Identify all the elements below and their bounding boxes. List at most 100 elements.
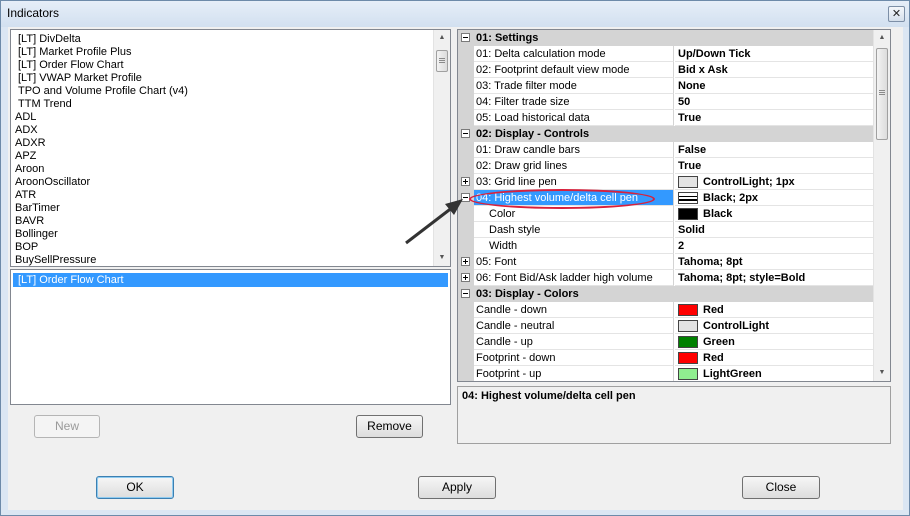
property-name[interactable]: 02: Display - Controls <box>474 126 890 142</box>
expand-icon[interactable] <box>461 273 470 282</box>
close-button[interactable]: Close <box>742 476 820 499</box>
property-row[interactable]: Candle - neutral ControlLight <box>458 318 890 334</box>
property-value[interactable]: Black <box>675 206 890 222</box>
property-category[interactable]: 02: Display - Controls <box>458 126 890 142</box>
property-value[interactable]: ControlLight <box>675 318 890 334</box>
indicator-list[interactable]: [LT] DivDelta [LT] Market Profile Plus [LT… <box>10 29 451 267</box>
list-item[interactable]: [LT] Order Flow Chart <box>18 59 124 72</box>
property-value[interactable]: Red <box>675 302 890 318</box>
property-row[interactable]: Candle - up Green <box>458 334 890 350</box>
property-name[interactable]: 06: Font Bid/Ask ladder high volume <box>474 270 674 286</box>
property-row[interactable]: 04: Filter trade size 50 <box>458 94 890 110</box>
property-name[interactable]: Dash style <box>474 222 674 238</box>
list-item[interactable]: ADL <box>15 111 36 124</box>
property-name[interactable]: 01: Settings <box>474 30 890 46</box>
applied-indicator-list[interactable]: [LT] Order Flow Chart <box>10 269 451 405</box>
list-item[interactable]: TPO and Volume Profile Chart (v4) <box>18 85 188 98</box>
property-name[interactable]: Width <box>474 238 674 254</box>
property-name[interactable]: Candle - down <box>474 302 674 318</box>
property-name[interactable]: 05: Load historical data <box>474 110 674 126</box>
property-value[interactable]: Solid <box>675 222 890 238</box>
expand-icon[interactable] <box>461 257 470 266</box>
list-item[interactable]: ADXR <box>15 137 46 150</box>
new-button[interactable]: New <box>34 415 100 438</box>
list-item[interactable]: Bollinger <box>15 228 58 241</box>
list-item-selected[interactable]: [LT] Order Flow Chart <box>13 273 448 287</box>
property-name[interactable]: Footprint - down <box>474 350 674 366</box>
list-item[interactable]: BuySellPressure <box>15 254 96 266</box>
property-name[interactable]: 02: Draw grid lines <box>474 158 674 174</box>
property-value[interactable]: ControlLight; 1px <box>675 174 890 190</box>
remove-button[interactable]: Remove <box>356 415 423 438</box>
list-item[interactable]: [LT] Market Profile Plus <box>18 46 132 59</box>
property-value[interactable]: Bid x Ask <box>675 62 890 78</box>
property-value[interactable]: Tahoma; 8pt; style=Bold <box>675 270 890 286</box>
scroll-down-icon[interactable]: ▼ <box>434 250 450 266</box>
property-name[interactable]: 03: Trade filter mode <box>474 78 674 94</box>
list-item[interactable]: [LT] VWAP Market Profile <box>18 72 142 85</box>
list-item[interactable]: TTM Trend <box>18 98 72 111</box>
property-name[interactable]: Candle - up <box>474 334 674 350</box>
ok-button[interactable]: OK <box>96 476 174 499</box>
property-row[interactable]: 01: Draw candle bars False <box>458 142 890 158</box>
property-value[interactable]: Up/Down Tick <box>675 46 890 62</box>
property-row[interactable]: 05: Load historical data True <box>458 110 890 126</box>
collapse-icon[interactable] <box>461 129 470 138</box>
list-item[interactable]: BarTimer <box>15 202 60 215</box>
property-name[interactable]: 01: Delta calculation mode <box>474 46 674 62</box>
scroll-thumb[interactable] <box>876 48 888 140</box>
collapse-icon[interactable] <box>461 33 470 42</box>
property-name[interactable]: 02: Footprint default view mode <box>474 62 674 78</box>
property-value[interactable]: False <box>675 142 890 158</box>
list-item[interactable]: ADX <box>15 124 38 137</box>
scroll-up-icon[interactable]: ▲ <box>434 30 450 46</box>
property-value[interactable]: True <box>675 158 890 174</box>
property-row[interactable]: Footprint - down Red <box>458 350 890 366</box>
property-grid[interactable]: 01: Settings 01: Delta calculation mode Up… <box>457 29 891 382</box>
list-item[interactable]: AroonOscillator <box>15 176 90 189</box>
property-value[interactable]: 2 <box>675 238 890 254</box>
apply-button[interactable]: Apply <box>418 476 496 499</box>
property-row[interactable]: Candle - down Red <box>458 302 890 318</box>
list-item[interactable]: [LT] DivDelta <box>18 33 81 46</box>
property-value[interactable]: True <box>675 110 890 126</box>
property-category[interactable]: 03: Display - Colors <box>458 286 890 302</box>
property-value[interactable]: Tahoma; 8pt <box>675 254 890 270</box>
property-row[interactable]: Color Black <box>458 206 890 222</box>
property-row[interactable]: Footprint - up LightGreen <box>458 366 890 381</box>
property-value[interactable]: Green <box>675 334 890 350</box>
property-name[interactable]: 03: Display - Colors <box>474 286 890 302</box>
property-row[interactable]: 06: Font Bid/Ask ladder high volume Tahom… <box>458 270 890 286</box>
property-row[interactable]: 02: Footprint default view mode Bid x Ask <box>458 62 890 78</box>
property-row[interactable]: 03: Grid line pen ControlLight; 1px <box>458 174 890 190</box>
property-row[interactable]: 02: Draw grid lines True <box>458 158 890 174</box>
scroll-up-icon[interactable]: ▲ <box>874 30 890 46</box>
property-name[interactable]: Footprint - up <box>474 366 674 381</box>
property-name[interactable]: Color <box>474 206 674 222</box>
collapse-icon[interactable] <box>461 289 470 298</box>
list-item[interactable]: BOP <box>15 241 38 254</box>
scroll-down-icon[interactable]: ▼ <box>874 365 890 381</box>
property-value[interactable]: Black; 2px <box>675 190 890 206</box>
property-value[interactable]: LightGreen <box>675 366 890 381</box>
property-value[interactable]: None <box>675 78 890 94</box>
property-category[interactable]: 01: Settings <box>458 30 890 46</box>
scroll-thumb[interactable] <box>436 50 448 72</box>
property-name[interactable]: 03: Grid line pen <box>474 174 674 190</box>
property-name[interactable]: Candle - neutral <box>474 318 674 334</box>
property-value[interactable]: Red <box>675 350 890 366</box>
property-row[interactable]: 04: Highest volume/delta cell pen Black; … <box>458 190 890 206</box>
list-item[interactable]: ATR <box>15 189 36 202</box>
property-row[interactable]: Dash style Solid <box>458 222 890 238</box>
list-item[interactable]: APZ <box>15 150 36 163</box>
list-item[interactable]: BAVR <box>15 215 44 228</box>
close-window-icon[interactable]: ✕ <box>888 6 905 22</box>
expand-icon[interactable] <box>461 177 470 186</box>
property-value[interactable]: 50 <box>675 94 890 110</box>
property-grid-scrollbar[interactable]: ▲ ▼ <box>873 30 890 381</box>
property-row[interactable]: 03: Trade filter mode None <box>458 78 890 94</box>
list-item[interactable]: Aroon <box>15 163 44 176</box>
property-row[interactable]: Width 2 <box>458 238 890 254</box>
property-name[interactable]: 04: Filter trade size <box>474 94 674 110</box>
property-name[interactable]: 04: Highest volume/delta cell pen <box>474 190 674 206</box>
